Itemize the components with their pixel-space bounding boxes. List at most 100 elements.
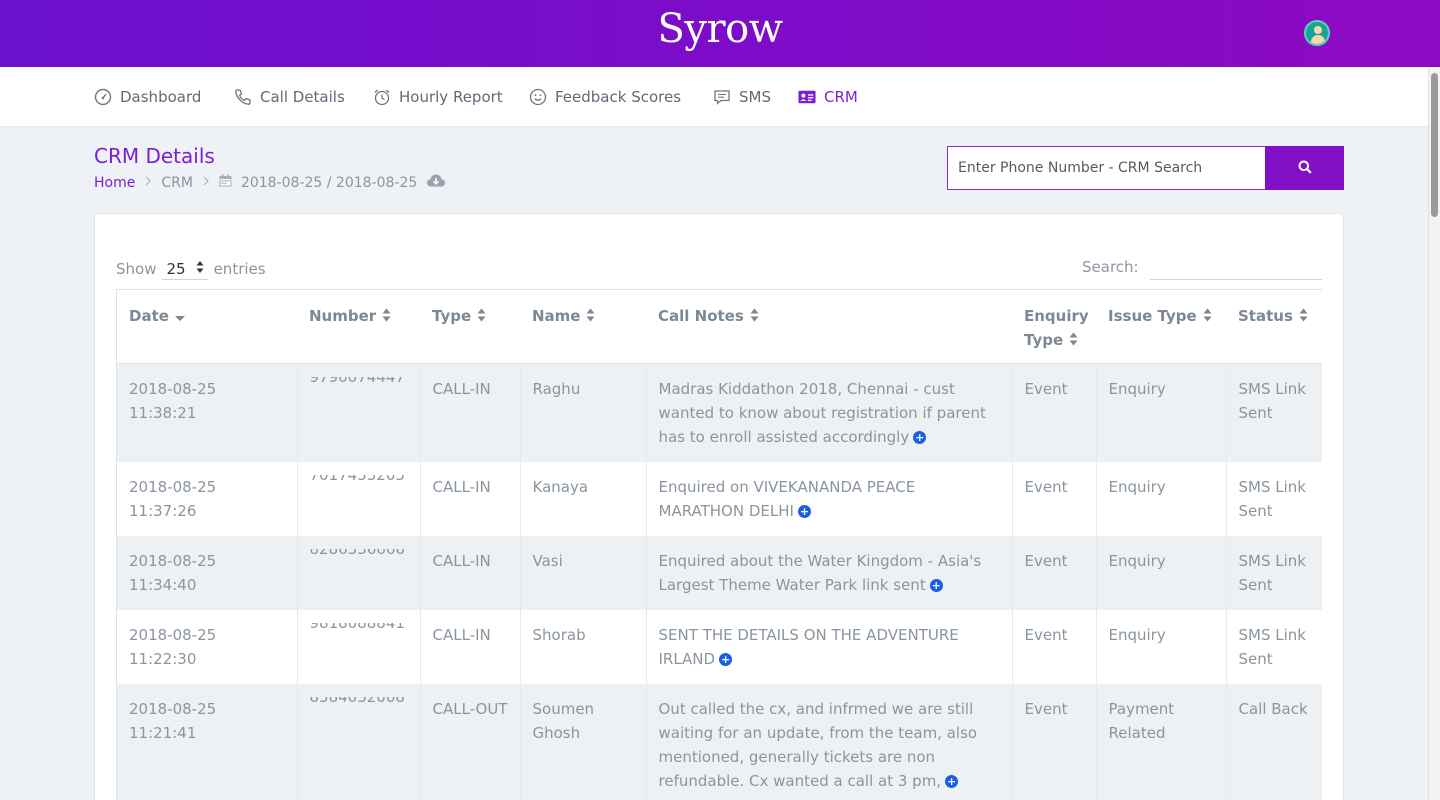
message-icon [713,88,731,106]
column-header-status[interactable]: Status [1226,290,1322,364]
dashboard-gauge-icon [94,88,112,106]
cell-status: SMS Link Sent [1225,363,1322,462]
nav-label: Dashboard [120,88,202,106]
table-search-input[interactable] [1150,256,1322,280]
cell-status: SMS Link Sent [1225,535,1322,610]
crm-table: Date Number Type Name Call Notes Enquiry… [116,289,1322,800]
page-size-value: 25 [166,259,186,278]
select-arrows-icon [196,260,204,278]
cell-status: SMS Link Sent [1225,609,1322,684]
cell-enquiry-type: Event [1011,363,1096,462]
cell-call-notes: SENT THE DETAILS ON THE ADVENTURE IRLAND… [645,609,1012,684]
cell-type: CALL-IN [419,461,520,536]
cell-name: Vasi [519,535,646,610]
cell-enquiry-type: Event [1011,683,1096,800]
expand-plus-icon[interactable]: + [929,578,943,592]
id-card-icon [798,88,816,106]
expand-plus-icon[interactable]: + [913,430,927,444]
column-header-enquiry-type[interactable]: Enquiry Type [1012,290,1096,364]
table-row: 2018-08-25 11:22:30 9818088841 CALL-IN S… [117,609,1322,684]
nav-item-hourly-report[interactable]: Hourly Report [373,67,503,127]
table-row: 2018-08-25 11:37:26 7017453205 CALL-IN K… [117,461,1322,536]
cell-call-notes: Enquired on VIVEKANANDA PEACE MARATHON D… [645,461,1012,536]
nav-label: SMS [739,88,771,106]
cell-date: 2018-08-25 11:34:40 [117,535,297,610]
sort-both-icon [1069,329,1078,353]
cell-name: Raghu [519,363,646,462]
table-row: 2018-08-25 11:38:21 9790074447 CALL-IN R… [117,363,1322,462]
show-entries-control: Show 25 entries [116,258,266,280]
entries-label: entries [213,260,266,278]
cell-issue-type: Payment Related [1095,683,1226,800]
expand-plus-icon[interactable]: + [719,652,733,666]
page-scrollbar[interactable] [1428,67,1440,800]
sort-both-icon [586,305,595,329]
smiley-icon [529,88,547,106]
cell-name: Soumen Ghosh [519,683,646,800]
cell-issue-type: Enquiry [1095,363,1226,462]
nav-item-crm[interactable]: CRM [798,67,858,127]
nav-label: CRM [824,88,858,106]
cell-issue-type: Enquiry [1095,535,1226,610]
nav-label: Hourly Report [399,88,503,106]
nav-label: Call Details [260,88,345,106]
table-row: 2018-08-25 11:21:41 8584032008 CALL-OUT … [117,683,1322,800]
cell-date: 2018-08-25 11:21:41 [117,683,297,800]
chevron-right-icon [144,175,152,190]
table-header-row: Date Number Type Name Call Notes Enquiry… [117,290,1322,364]
calendar-icon [219,174,232,191]
app-logo[interactable]: Syrow [0,6,1440,52]
cell-issue-type: Enquiry [1095,609,1226,684]
cell-name: Shorab [519,609,646,684]
nav-item-feedback-scores[interactable]: Feedback Scores [529,67,681,127]
page-size-select[interactable]: 25 [162,258,208,280]
cell-number: 8584032008 [296,683,420,800]
cell-call-notes: Out called the cx, and infrmed we are st… [645,683,1012,800]
avatar-head [1314,26,1322,34]
nav-item-call-details[interactable]: Call Details [234,67,345,127]
cell-call-notes: Enquired about the Water Kingdom - Asia'… [645,535,1012,610]
table-search-label: Search: [1082,258,1139,276]
cell-enquiry-type: Event [1011,609,1096,684]
column-header-name[interactable]: Name [520,290,646,364]
breadcrumb-date-range[interactable]: 2018-08-25 / 2018-08-25 [241,175,417,191]
cell-call-notes: Madras Kiddathon 2018, Chennai - cust wa… [645,363,1012,462]
crm-phone-search-input[interactable] [947,146,1265,190]
alarm-clock-icon [373,88,391,106]
nav-item-sms[interactable]: SMS [713,67,771,127]
column-header-date[interactable]: Date [117,290,297,364]
column-header-number[interactable]: Number [297,290,420,364]
column-header-issue-type[interactable]: Issue Type [1096,290,1226,364]
cell-date: 2018-08-25 11:37:26 [117,461,297,536]
cell-type: CALL-IN [419,609,520,684]
search-icon [1298,160,1312,177]
breadcrumb: Home CRM 2018-08-25 / 2018-08-25 [94,173,446,192]
nav-item-dashboard[interactable]: Dashboard [94,67,201,127]
crm-search-button[interactable] [1265,146,1344,190]
sort-both-icon [1299,305,1308,329]
breadcrumb-crm: CRM [161,174,193,191]
page-scrollbar-thumb[interactable] [1431,73,1438,217]
cell-number: 7017453205 [296,461,420,536]
column-header-type[interactable]: Type [420,290,520,364]
show-label: Show [116,260,157,278]
cell-name: Kanaya [519,461,646,536]
cloud-download-icon[interactable] [426,173,446,192]
chevron-right-icon [202,175,210,190]
cell-enquiry-type: Event [1011,461,1096,536]
expand-plus-icon[interactable]: + [797,504,811,518]
cell-number: 8286336666 [296,535,420,610]
sort-both-icon [477,305,486,329]
main-navigation: Dashboard Call Details Hourly Report Fee… [0,67,1428,127]
cell-type: CALL-IN [419,363,520,462]
user-avatar[interactable] [1304,20,1330,46]
expand-plus-icon[interactable]: + [945,774,959,788]
cell-number: 9790074447 [296,363,420,462]
nav-label: Feedback Scores [555,88,682,106]
cell-type: CALL-IN [419,535,520,610]
column-header-call-notes[interactable]: Call Notes [646,290,1012,364]
cell-issue-type: Enquiry [1095,461,1226,536]
cell-status: Call Back [1225,683,1322,800]
breadcrumb-home-link[interactable]: Home [94,175,135,191]
top-header-bar: Syrow [0,0,1440,67]
